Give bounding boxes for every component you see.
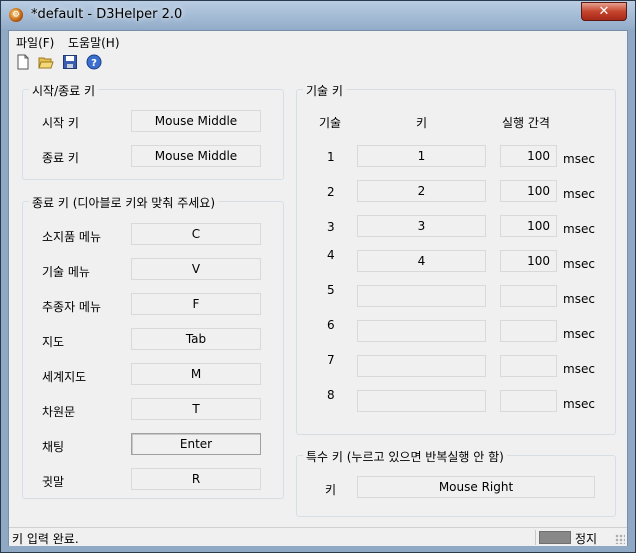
skill-num-5: 5 [327,283,335,297]
skill-key-4-field[interactable]: 4 [357,250,486,272]
skill-menu-label: 기술 메뉴 [42,265,90,279]
skill-interval-7-field[interactable] [500,355,557,377]
special-key-field[interactable]: Mouse Right [357,476,595,498]
special-key-label: 키 [325,483,337,497]
skill-interval-5-field[interactable] [500,285,557,307]
skill-interval-8-field[interactable] [500,390,557,412]
skill-num-4: 4 [327,248,335,262]
world-map-label: 세계지도 [42,370,87,384]
world-map-field[interactable]: M [131,363,261,385]
close-button[interactable]: ✕ [581,2,627,21]
resize-grip[interactable] [615,534,625,544]
new-file-icon[interactable] [15,54,31,70]
app-window: ⚙ *default - D3Helper 2.0 ✕ 파일(F) 도움말(H) [0,0,636,553]
inventory-menu-label: 소지품 메뉴 [42,230,102,244]
client-area: 파일(F) 도움말(H) ? 시작/종료 키 시작 키 Mouse Middle… [8,30,628,546]
skill-num-3: 3 [327,220,335,234]
stop-key-field[interactable]: Mouse Middle [131,145,261,167]
skill-interval-2-field[interactable]: 100 [500,180,557,202]
skill-menu-field[interactable]: V [131,258,261,280]
unit-2: msec [563,187,595,201]
status-divider [535,530,536,545]
toolbar: ? [9,51,627,73]
col-interval-header: 실행 간격 [502,116,550,130]
skill-key-1-field[interactable]: 1 [357,145,486,167]
chat-field[interactable]: Enter [131,433,261,455]
open-folder-icon[interactable] [38,54,54,70]
game-keys-group: 종료 키 (디아블로 키와 맞춰 주세요) 소지품 메뉴 C 기술 메뉴 V 추… [22,194,284,499]
chat-label: 채팅 [42,440,65,454]
follower-menu-label: 추종자 메뉴 [42,300,102,314]
inventory-menu-field[interactable]: C [131,223,261,245]
skill-num-8: 8 [327,388,335,402]
skill-key-3-field[interactable]: 3 [357,215,486,237]
map-label: 지도 [42,335,65,349]
col-key-header: 키 [416,116,428,130]
status-bar: 키 입력 완료. 정지 [9,527,627,546]
portal-label: 차원문 [42,405,76,419]
start-key-field[interactable]: Mouse Middle [131,110,261,132]
map-field[interactable]: Tab [131,328,261,350]
menu-file[interactable]: 파일(F) [16,34,54,51]
unit-5: msec [563,292,595,306]
skill-key-7-field[interactable] [357,355,486,377]
state-label: 정지 [575,532,598,546]
skill-interval-6-field[interactable] [500,320,557,342]
skill-key-8-field[interactable] [357,390,486,412]
whisper-field[interactable]: R [131,468,261,490]
unit-1: msec [563,152,595,166]
stop-key-label: 종료 키 [42,151,79,165]
menu-bar: 파일(F) 도움말(H) [9,31,627,51]
state-indicator [539,531,571,544]
unit-7: msec [563,362,595,376]
window-title: *default - D3Helper 2.0 [31,7,183,22]
special-key-group: 특수 키 (누르고 있으면 반복실행 안 함) 키 Mouse Right [296,448,616,517]
portal-field[interactable]: T [131,398,261,420]
follower-menu-field[interactable]: F [131,293,261,315]
skill-key-6-field[interactable] [357,320,486,342]
skill-interval-3-field[interactable]: 100 [500,215,557,237]
skill-keys-legend: 기술 키 [303,82,346,99]
start-key-label: 시작 키 [42,116,79,130]
title-bar[interactable]: ⚙ *default - D3Helper 2.0 ✕ [1,1,635,29]
unit-4: msec [563,257,595,271]
status-message: 키 입력 완료. [12,532,79,546]
unit-6: msec [563,327,595,341]
app-icon: ⚙ [9,8,23,22]
skill-key-2-field[interactable]: 2 [357,180,486,202]
whisper-label: 귓말 [42,475,65,489]
skill-num-6: 6 [327,318,335,332]
unit-8: msec [563,397,595,411]
start-stop-legend: 시작/종료 키 [29,82,99,99]
skill-key-5-field[interactable] [357,285,486,307]
menu-help[interactable]: 도움말(H) [68,34,120,51]
help-icon[interactable]: ? [86,54,102,70]
col-skill-header: 기술 [319,116,342,130]
special-key-legend: 특수 키 (누르고 있으면 반복실행 안 함) [303,448,507,465]
skill-num-1: 1 [327,150,335,164]
save-icon[interactable] [62,54,78,70]
skill-interval-4-field[interactable]: 100 [500,250,557,272]
start-stop-group: 시작/종료 키 시작 키 Mouse Middle 종료 키 Mouse Mid… [22,82,284,180]
skill-interval-1-field[interactable]: 100 [500,145,557,167]
svg-text:?: ? [91,58,97,69]
unit-3: msec [563,222,595,236]
game-keys-legend: 종료 키 (디아블로 키와 맞춰 주세요) [29,194,218,211]
skill-num-2: 2 [327,185,335,199]
skill-num-7: 7 [327,353,335,367]
skill-keys-group: 기술 키 기술 키 실행 간격 1 1 100 msec 2 2 100 mse… [296,82,616,435]
